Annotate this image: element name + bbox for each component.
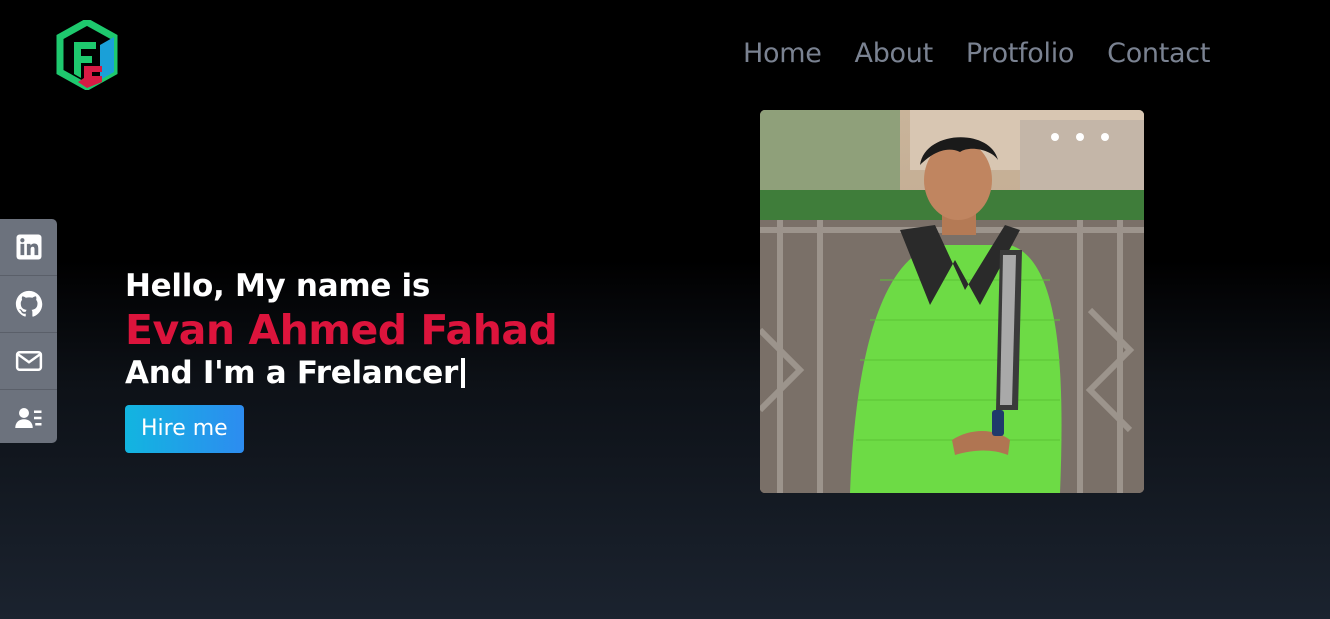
- linkedin-icon: [16, 234, 41, 260]
- main-nav: Home About Protfolio Contact: [743, 36, 1243, 72]
- hero-greeting: Hello, My name is: [125, 268, 431, 304]
- mail-icon: [15, 351, 42, 371]
- typing-cursor: [460, 358, 465, 388]
- email-link[interactable]: [0, 333, 57, 390]
- hero-section: Hello, My name is Evan Ahmed Fahad And I…: [125, 265, 558, 453]
- fe-logo-icon: [56, 17, 118, 92]
- hire-me-button[interactable]: Hire me: [125, 405, 244, 453]
- site-logo[interactable]: [56, 17, 118, 92]
- resume-link[interactable]: [0, 390, 57, 446]
- profile-photo: [760, 110, 1144, 493]
- hero-role: And I'm a Frelancer: [125, 353, 557, 393]
- contact-card-icon: [14, 408, 41, 428]
- typed-role-text: And I'm a Frelancer: [125, 355, 458, 391]
- github-link[interactable]: [0, 276, 57, 333]
- linkedin-link[interactable]: [0, 219, 57, 276]
- nav-contact-link[interactable]: Contact: [1107, 36, 1210, 72]
- hero-name: Evan Ahmed Fahad: [125, 306, 558, 354]
- nav-about-link[interactable]: About: [855, 36, 934, 72]
- social-sidebar: [0, 219, 57, 443]
- nav-home-link[interactable]: Home: [743, 36, 822, 72]
- nav-portfolio-link[interactable]: Protfolio: [966, 36, 1075, 72]
- github-icon: [15, 290, 42, 317]
